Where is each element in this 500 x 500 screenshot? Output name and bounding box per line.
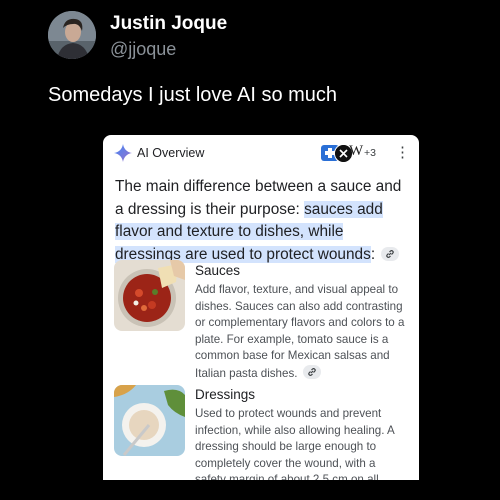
sauce-image <box>114 260 185 331</box>
dressing-image <box>114 385 185 456</box>
author-handle[interactable]: @jjoque <box>110 39 176 60</box>
sauces-text: Add flavor, texture, and visual appeal t… <box>195 282 407 382</box>
dressings-heading: Dressings <box>195 387 256 402</box>
wikipedia-icon: W <box>349 143 364 159</box>
tweet-text: Somedays I just love AI so much <box>48 84 338 106</box>
ai-overview-card: AI Overview W +3 ⋮ The main difference b… <box>103 135 419 480</box>
author-name[interactable]: Justin Joque <box>110 13 227 35</box>
gemini-spark-icon <box>114 144 132 162</box>
citation-link-icon[interactable] <box>381 246 400 261</box>
ai-overview-summary: The main difference between a sauce and … <box>115 176 407 266</box>
citation-link-icon[interactable] <box>303 364 322 379</box>
sauces-body: Add flavor, texture, and visual appeal t… <box>195 283 405 380</box>
ai-overview-header: AI Overview W +3 ⋮ <box>103 135 419 171</box>
ai-overview-title: AI Overview <box>137 146 205 160</box>
dressings-body: Used to protect wounds and prevent infec… <box>195 407 395 480</box>
sauces-heading: Sauces <box>195 263 241 278</box>
summary-end: : <box>370 245 376 263</box>
more-sources-count[interactable]: +3 <box>364 147 376 159</box>
more-options-icon[interactable]: ⋮ <box>395 145 410 160</box>
avatar[interactable] <box>48 11 96 59</box>
